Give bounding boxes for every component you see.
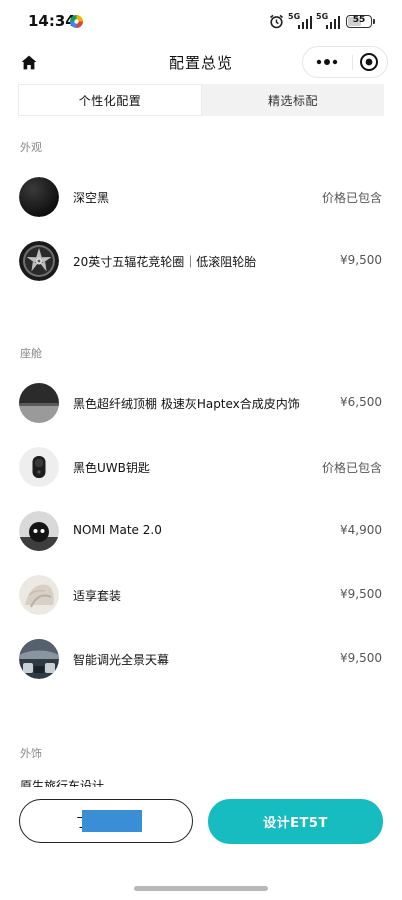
interior-swatch-image [19,383,59,423]
more-button[interactable] [303,47,351,77]
tab-personalized-config[interactable]: 个性化配置 [18,84,202,116]
status-time: 14:34 [28,12,76,30]
signal-bars-icon [298,16,312,29]
item-name: NOMI Mate 2.0 [73,523,162,537]
signal-bars-icon [326,16,340,29]
redaction-block [82,810,142,832]
more-dots-icon [316,59,338,65]
item-price: ¥9,500 [340,651,382,665]
comfort-package-image [19,575,59,615]
alarm-clock-icon [269,14,284,28]
battery-indicator: 55 [346,14,375,28]
item-name: 黑色UWB钥匙 [73,461,150,475]
item-name: 适享套装 [73,589,122,603]
mini-program-capsule [302,46,388,78]
wheel-rim-image [19,241,59,281]
pinwheel-app-icon [70,15,83,28]
item-name: 黑色超纤绒顶棚 极速灰Haptex合成皮内饰 [73,397,300,411]
item-price: ¥6,500 [340,395,382,409]
list-item[interactable]: 智能调光全景天幕 ¥9,500 [18,639,384,679]
list-item[interactable]: 20英寸五辐花竞轮圈｜低滚阻轮胎 ¥9,500 [18,241,384,281]
home-indicator [134,886,268,891]
black-paint-swatch [19,177,59,217]
item-name: 智能调光全景天幕 [73,653,170,667]
item-price: 价格已包含 [321,191,382,205]
panoramic-roof-image [19,639,59,679]
uwb-key-image [19,447,59,487]
target-close-icon [360,53,378,71]
list-item[interactable]: 适享套装 ¥9,500 [18,575,384,615]
nav-bar: 配置总览 [0,42,402,82]
item-name: 深空黑 [73,191,110,205]
nomi-mate-image [19,511,59,551]
config-tabs: 个性化配置 精选标配 [18,84,384,116]
signal-5g-2: 5G [316,12,340,29]
section-title-exterior-accessories: 外饰 [20,747,42,760]
list-item[interactable]: NOMI Mate 2.0 ¥4,900 [18,511,384,551]
signal-5g-1: 5G [288,12,312,29]
design-et5t-button[interactable]: 设计ET5T [208,799,383,844]
secondary-action-button[interactable]: 了 [19,799,193,843]
item-name: 20英寸五辐花竞轮圈｜低滚阻轮胎 [73,255,257,269]
close-mini-program-button[interactable] [351,47,387,77]
list-item[interactable]: 黑色UWB钥匙 价格已包含 [18,447,384,487]
list-item[interactable]: 深空黑 价格已包含 [18,177,384,217]
status-bar: 14:34 5G 5G 55 [0,0,402,42]
section-title-cabin: 座舱 [20,347,42,360]
list-item[interactable]: 黑色超纤绒顶棚 极速灰Haptex合成皮内饰 ¥6,500 [18,383,384,423]
item-price: ¥9,500 [340,587,382,601]
item-price: 价格已包含 [321,461,382,475]
bottom-action-bar: 了 设计ET5T [0,787,402,900]
item-price: ¥9,500 [340,253,382,267]
item-price: ¥4,900 [340,523,382,537]
partial-item-name: 原生旅行车设计 [20,779,105,787]
tab-standard-features[interactable]: 精选标配 [202,84,384,116]
section-title-exterior: 外观 [20,141,42,154]
battery-percent: 55 [352,14,366,25]
